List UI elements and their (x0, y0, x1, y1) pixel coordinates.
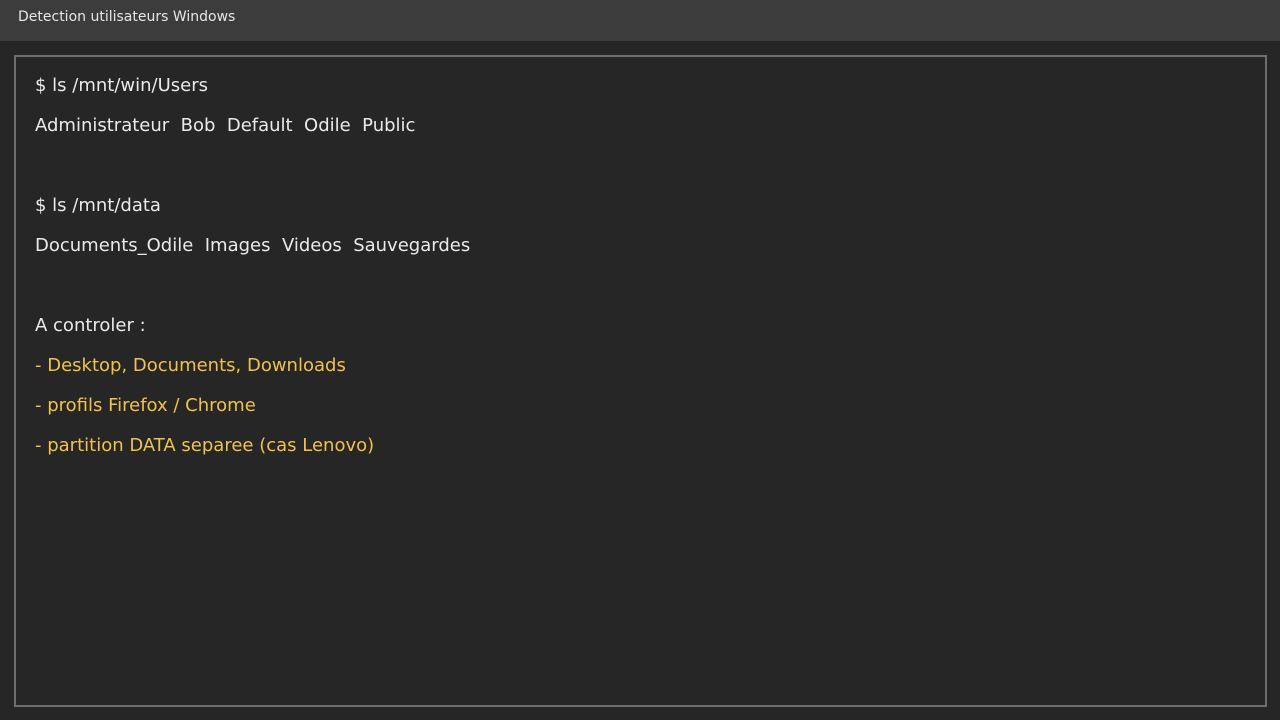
terminal-line-data-output: Documents_Odile Images Videos Sauvegarde… (35, 235, 471, 256)
checklist-item-folders: - Desktop, Documents, Downloads (35, 355, 346, 376)
checklist-item-data-partition: - partition DATA separee (cas Lenovo) (35, 435, 375, 456)
terminal-line-command-data: $ ls /mnt/data (35, 195, 161, 216)
terminal-panel[interactable]: $ ls /mnt/win/Users Administrateur Bob D… (14, 55, 1267, 707)
terminal-line-command-users: $ ls /mnt/win/Users (35, 75, 209, 96)
checklist-item-browser-profiles: - profils Firefox / Chrome (35, 395, 256, 416)
terminal-line-users-output: Administrateur Bob Default Odile Public (35, 115, 416, 136)
window-titlebar: Detection utilisateurs Windows (0, 0, 1280, 41)
terminal-line-checklist-heading: A controler : (35, 315, 146, 336)
window-title: Detection utilisateurs Windows (18, 9, 236, 25)
